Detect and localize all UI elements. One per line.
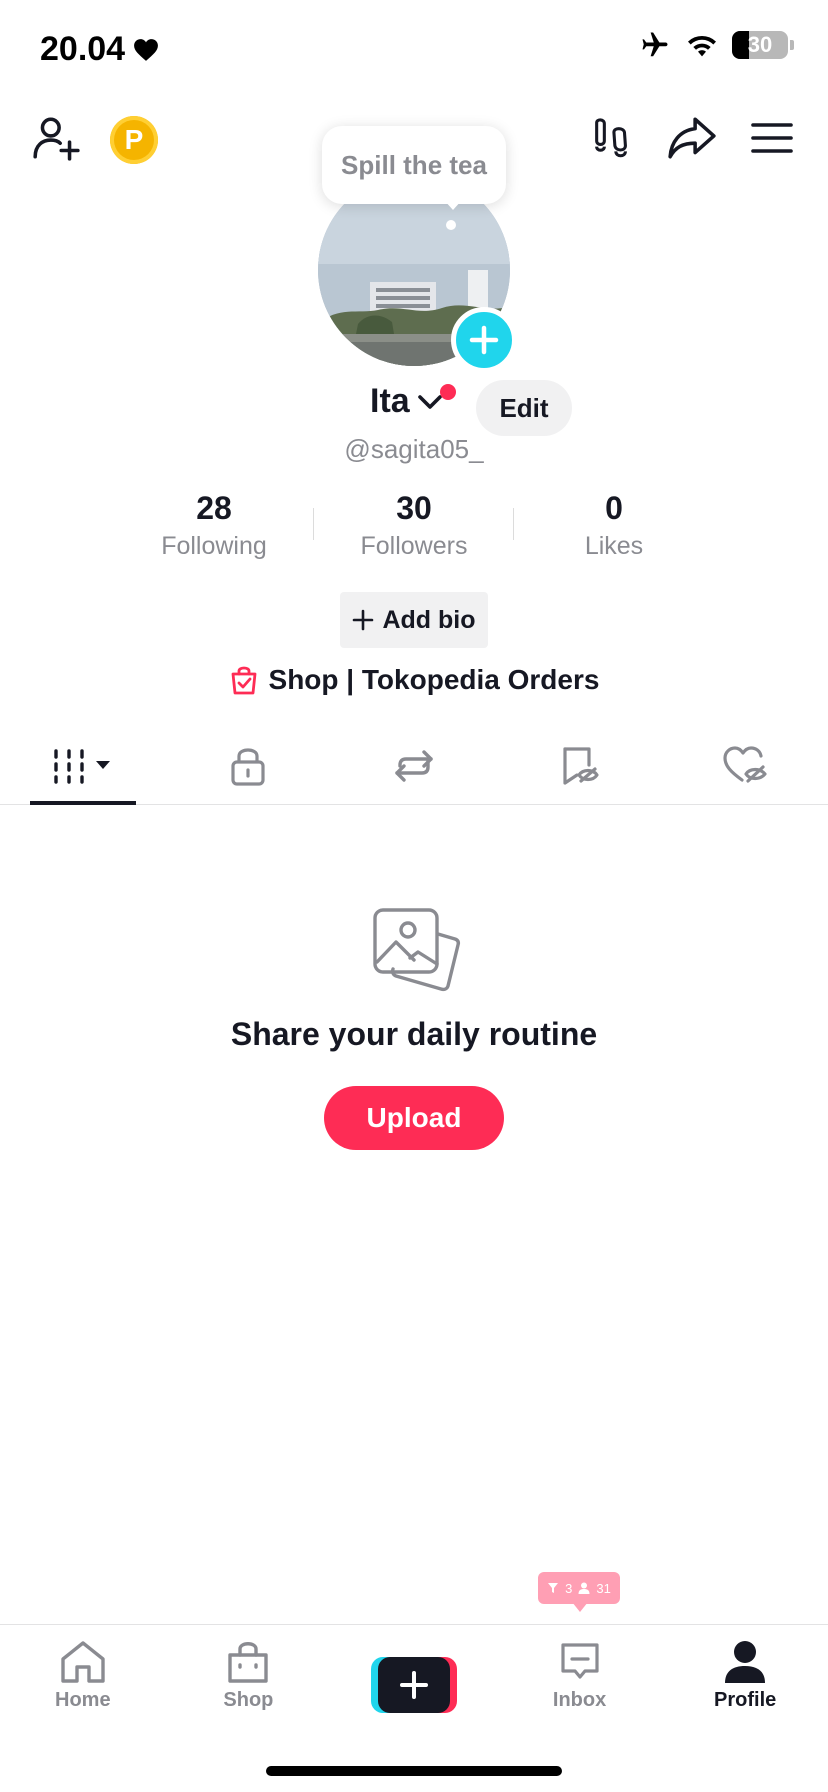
bottom-navigation: Home Shop Inbox Profile (0, 1624, 828, 1735)
tab-private[interactable] (166, 728, 332, 804)
stat-label: Following (161, 532, 267, 560)
inbox-notification-bubble[interactable]: 3 31 (538, 1572, 620, 1604)
notif-filter-count: 3 (565, 1580, 573, 1596)
status-time-text: 20.04 (40, 30, 126, 68)
add-bio-label: Add bio (382, 605, 476, 634)
edit-profile-button[interactable]: Edit (476, 380, 572, 436)
person-icon (578, 1582, 590, 1594)
display-name: Ita (370, 382, 410, 420)
battery-level: 30 (747, 32, 773, 57)
status-bar-time: 20.04 (40, 30, 159, 69)
stat-value: 0 (605, 490, 623, 526)
nav-shop[interactable]: Shop (166, 1625, 332, 1735)
notification-dot (440, 384, 456, 400)
tab-reposts[interactable] (331, 728, 497, 804)
lock-icon (231, 748, 265, 786)
heart-icon (134, 38, 159, 61)
upload-button[interactable]: Upload (324, 1086, 504, 1150)
stat-likes[interactable]: 0 Likes (514, 488, 714, 564)
nav-label: Inbox (552, 1689, 607, 1711)
nav-label: Shop (223, 1689, 274, 1711)
stat-label: Likes (584, 532, 644, 560)
share-profile-button[interactable] (664, 110, 720, 166)
stat-value: 28 (196, 490, 232, 526)
home-indicator (266, 1766, 562, 1776)
stat-following[interactable]: 28 Following (114, 488, 314, 564)
add-friend-icon (33, 117, 80, 161)
nav-inbox[interactable]: Inbox (497, 1625, 663, 1735)
plus-icon (469, 325, 499, 355)
tooltip-text: Spill the tea (341, 149, 487, 180)
add-friend-button[interactable] (28, 110, 84, 166)
empty-state-title: Share your daily routine (230, 1016, 598, 1052)
coin-icon[interactable]: P (110, 116, 158, 164)
add-bio-button[interactable]: Add bio (340, 592, 488, 648)
status-tooltip[interactable]: Spill the tea (322, 126, 506, 204)
wifi-icon (688, 35, 716, 57)
tab-liked[interactable] (662, 728, 828, 804)
nav-profile[interactable]: Profile (662, 1625, 828, 1735)
airplane-icon (642, 32, 668, 57)
videos-grid-icon (54, 749, 110, 784)
nav-label: Home (55, 1689, 111, 1711)
filter-icon (548, 1583, 559, 1593)
stat-value: 30 (396, 490, 432, 526)
menu-icon (751, 123, 793, 153)
plus-icon (353, 609, 374, 631)
nav-home[interactable]: Home (0, 1625, 166, 1735)
profile-icon (725, 1641, 766, 1683)
add-story-button[interactable] (451, 307, 517, 373)
photos-icon (373, 908, 461, 992)
notif-followers-count: 31 (596, 1580, 611, 1596)
battery-icon: 30 (732, 31, 788, 59)
nav-label: Profile (714, 1689, 777, 1711)
notif-tail (572, 1602, 588, 1612)
inbox-icon (560, 1643, 599, 1679)
shopping-bag-icon (231, 666, 256, 695)
create-button[interactable] (370, 1657, 457, 1713)
shop-icon (228, 1642, 269, 1683)
home-icon (61, 1641, 105, 1683)
favorites-hidden-icon (562, 747, 599, 785)
shop-orders-link[interactable]: Shop | Tokopedia Orders (0, 664, 828, 696)
menu-button[interactable] (744, 110, 800, 166)
profile-stats: 28 Following 30 Followers 0 Likes (0, 488, 828, 564)
profile-tabs (0, 728, 828, 805)
plus-icon (399, 1671, 428, 1699)
liked-hidden-icon (723, 746, 767, 783)
stat-label: Followers (360, 532, 468, 560)
tab-favorites[interactable] (497, 728, 663, 804)
nav-create[interactable] (331, 1625, 497, 1735)
username-handle: @sagita05_ (344, 434, 484, 464)
share-icon (668, 117, 716, 159)
status-bar-icons: 30 (638, 30, 794, 60)
repost-icon (395, 750, 433, 782)
tab-videos[interactable] (0, 728, 166, 805)
shop-orders-label: Shop | Tokopedia Orders (268, 664, 600, 695)
stat-followers[interactable]: 30 Followers (314, 488, 514, 564)
tooltip-tail (444, 200, 462, 210)
username-switcher[interactable]: Ita (370, 382, 444, 421)
footprints-icon (595, 118, 627, 158)
tooltip-dot (446, 220, 456, 230)
profile-views-button[interactable] (584, 110, 640, 166)
coin-label: P (124, 124, 144, 155)
